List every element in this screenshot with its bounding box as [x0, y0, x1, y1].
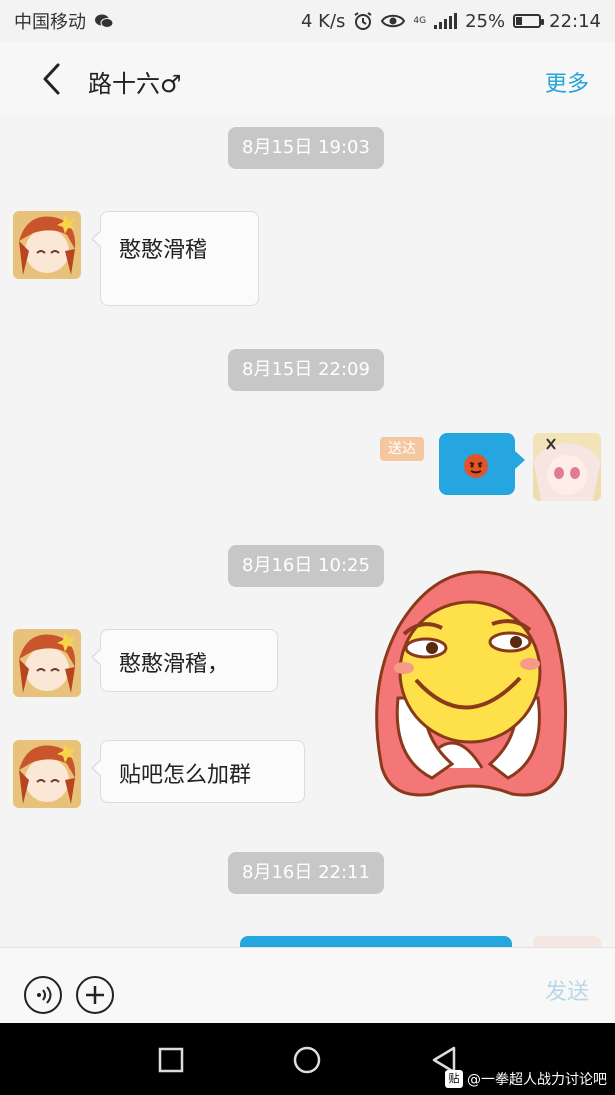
signal-icon: [434, 13, 458, 29]
chat-area[interactable]: 8月15日 19:03 憨憨滑稽 8月15日 22:09 送达 8月16日 10…: [0, 116, 615, 948]
emoji-icon: [464, 454, 488, 478]
contact-name: 路十六♂: [88, 70, 182, 98]
wechat-icon: [95, 14, 114, 28]
message-bubble-received[interactable]: 贴吧怎么加群: [91, 740, 305, 803]
funny-face-sticker: [375, 570, 568, 797]
chat-header: 路十六♂ 更多: [0, 42, 615, 116]
network-speed: 4 K/s: [300, 10, 346, 32]
alarm-icon: [354, 12, 372, 30]
watermark-badge: 贴: [445, 1070, 463, 1088]
avatar-contact[interactable]: [13, 740, 81, 808]
delivered-badge: 送达: [380, 437, 424, 461]
back-arrow-icon[interactable]: [38, 62, 68, 96]
message-text: 贴吧怎么加群: [119, 763, 252, 788]
plus-icon: [86, 986, 104, 1004]
battery-icon: [513, 14, 545, 28]
timestamp: 8月15日 22:09: [228, 349, 384, 391]
home-icon[interactable]: [292, 1045, 322, 1075]
status-bar: 中国移动 4 K/s 4G 25% 22:14: [0, 0, 615, 42]
watermark-text: @一拳超人战力讨论吧: [467, 1072, 607, 1088]
navigation-bar: 贴 @一拳超人战力讨论吧: [0, 1023, 615, 1095]
message-bubble-received[interactable]: 憨憨滑稽: [91, 211, 259, 306]
watermark: 贴 @一拳超人战力讨论吧: [445, 1069, 607, 1089]
eye-icon: [381, 14, 406, 28]
add-button[interactable]: [76, 976, 114, 1014]
voice-icon: [37, 986, 52, 1004]
message-bubble-sent[interactable]: [439, 433, 525, 495]
message-text: 憨憨滑稽: [119, 238, 208, 263]
avatar-contact[interactable]: [13, 211, 81, 279]
avatar-contact[interactable]: [13, 629, 81, 697]
more-button[interactable]: 更多: [545, 66, 589, 98]
avatar-self[interactable]: [533, 433, 601, 501]
timestamp: 8月16日 10:25: [228, 545, 384, 587]
voice-button[interactable]: [24, 976, 62, 1014]
message-bubble-received[interactable]: 憨憨滑稽，: [91, 629, 278, 692]
avatar-self-partial: [533, 936, 601, 947]
network-type: 4G: [413, 15, 427, 26]
recent-apps-icon[interactable]: [158, 1047, 184, 1073]
timestamp: 8月16日 22:11: [228, 852, 384, 894]
timestamp: 8月15日 19:03: [228, 127, 384, 169]
carrier-label: 中国移动: [14, 12, 86, 33]
message-text: 憨憨滑稽，: [119, 652, 230, 677]
input-bar: 发送: [0, 947, 615, 1024]
clock: 22:14: [549, 10, 601, 32]
send-button[interactable]: 发送: [545, 974, 589, 1006]
battery-percent: 25%: [465, 10, 506, 32]
